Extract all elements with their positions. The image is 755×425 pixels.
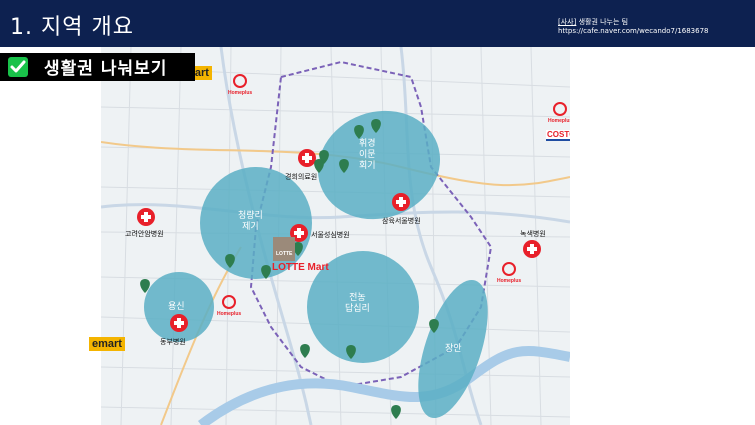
homeplus-logo-2: Homeplus <box>548 118 570 124</box>
source-tag: [사사] <box>558 18 577 26</box>
homeplus-logo-1: Homeplus <box>228 90 253 96</box>
lotte-mart-logo: LOTTE Mart <box>272 262 329 273</box>
zone-label-hwigyeong: 휘경 이문 회기 <box>359 139 376 171</box>
emart-logo-bottom: emart <box>89 337 125 351</box>
slide-header: 1. 지역 개요 [사사] 생활권 나누는 팀 https://cafe.nav… <box>0 0 755 47</box>
zone-label-cheongnyangni: 청량리 제기 <box>238 211 263 232</box>
zone-label-jeonnong: 전농 답십리 <box>345 293 370 314</box>
costco-logo: COSTCO <box>546 130 570 141</box>
source-url[interactable]: https://cafe.naver.com/wecando7/1683678 <box>558 27 709 35</box>
district-map[interactable]: 청량리 제기 휘경 이문 회기 용신 전농 답십리 장안 경희의료원 삼육서울병… <box>101 47 570 425</box>
slide-title: 1. 지역 개요 <box>10 15 134 40</box>
source-text: 생활권 나누는 팀 <box>576 18 629 26</box>
label-samyuk-hospital: 삼육서울병원 <box>382 217 421 225</box>
label-nokseak-hospital: 녹색병원 <box>520 230 546 238</box>
lotte-building-label: LOTTE <box>276 251 293 257</box>
zone-label-jangan: 장안 <box>445 344 462 354</box>
section-title: 생활권 나눠보기 <box>44 59 168 79</box>
label-kyunghee-hospital: 경희의료원 <box>285 173 318 181</box>
section-heading: 생활권 나눠보기 <box>0 53 195 81</box>
zone-label-yongsin: 용신 <box>168 302 185 312</box>
label-dongbu-hospital: 동부병원 <box>160 338 186 346</box>
checkmark-icon <box>8 57 28 77</box>
label-seoulsungsim-hospital: 서울성심병원 <box>311 231 350 239</box>
homeplus-logo-3: Homeplus <box>217 311 242 317</box>
source-credit: [사사] 생활권 나누는 팀 https://cafe.naver.com/we… <box>558 18 709 36</box>
homeplus-logo-4: Homeplus <box>497 278 522 284</box>
label-korea-anam-hospital: 고려안암병원 <box>125 230 164 238</box>
